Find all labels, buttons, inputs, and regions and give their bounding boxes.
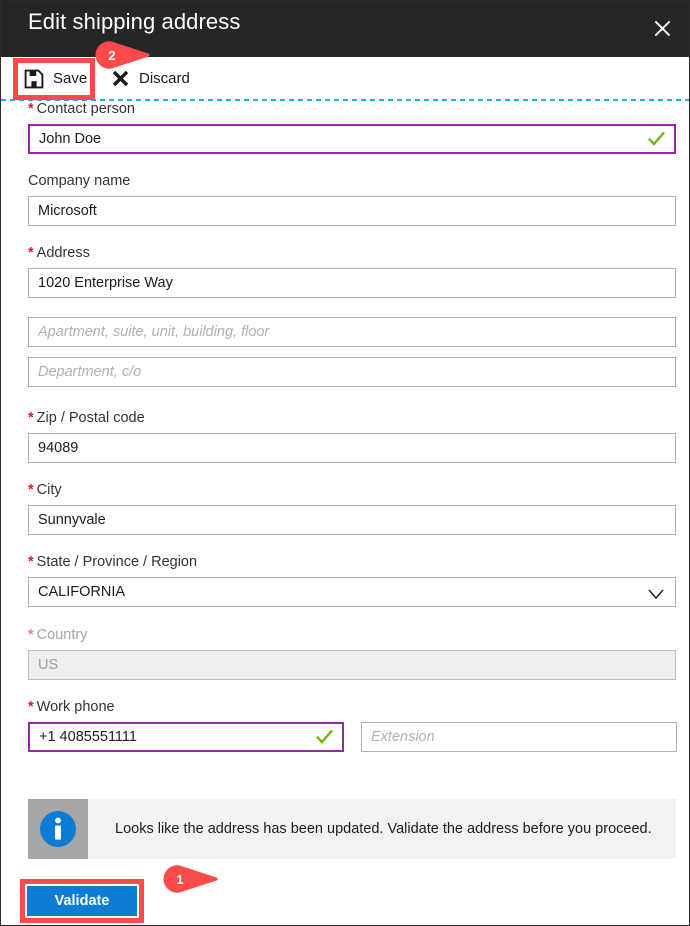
field-company-name: Company name: [28, 173, 676, 226]
company-name-input[interactable]: [28, 196, 676, 226]
required-asterisk: *: [28, 699, 34, 715]
work-phone-extension-input[interactable]: [361, 722, 677, 752]
info-message-text: Looks like the address has been updated.…: [115, 821, 652, 837]
info-circle-icon: [28, 799, 88, 859]
save-button-label: Save: [53, 70, 88, 87]
dialog-title-bar: Edit shipping address: [1, 1, 689, 57]
field-label-country: * Country: [28, 627, 88, 643]
required-asterisk: *: [28, 410, 34, 426]
discard-button-label: Discard: [139, 70, 190, 87]
field-label-work-phone: * Work phone: [28, 699, 115, 715]
contact-person-input[interactable]: [28, 124, 676, 154]
work-phone-input[interactable]: [28, 722, 344, 752]
field-city: * City: [28, 482, 676, 535]
field-label-state-province-region: * State / Province / Region: [28, 554, 198, 570]
required-asterisk: *: [28, 627, 34, 643]
field-zip-postal-code: * Zip / Postal code: [28, 410, 676, 463]
field-address-line3: [28, 357, 676, 387]
field-label-zip-postal-code: * Zip / Postal code: [28, 410, 145, 426]
field-label-company-name: Company name: [28, 173, 131, 189]
field-state-province-region: * State / Province / Region: [28, 554, 676, 607]
field-contact-person: * Contact person: [28, 101, 676, 154]
close-button[interactable]: [641, 7, 683, 49]
field-address: * Address: [28, 245, 676, 298]
annotation-callout-1-number: 1: [176, 871, 184, 887]
field-country: * Country: [28, 627, 676, 680]
info-message-bar: Looks like the address has been updated.…: [28, 799, 676, 859]
discard-button[interactable]: Discard: [109, 57, 190, 100]
required-asterisk: *: [28, 482, 34, 498]
command-bar: Save Discard: [1, 57, 689, 100]
edit-shipping-address-dialog: Edit shipping address Save Discard * Con…: [0, 0, 690, 926]
validate-button[interactable]: Validate: [27, 886, 137, 916]
required-asterisk: *: [28, 554, 34, 570]
address-line3-input[interactable]: [28, 357, 676, 387]
close-x-icon: [109, 68, 131, 90]
save-floppy-icon: [23, 68, 45, 90]
page-title: Edit shipping address: [28, 9, 241, 34]
address-line1-input[interactable]: [28, 268, 676, 298]
field-label-contact-person: * Contact person: [28, 101, 135, 117]
required-asterisk: *: [28, 101, 34, 117]
required-asterisk: *: [28, 245, 34, 261]
address-line2-input[interactable]: [28, 317, 676, 347]
field-label-address: * Address: [28, 245, 90, 261]
zip-postal-code-input[interactable]: [28, 433, 676, 463]
field-label-city: * City: [28, 482, 62, 498]
city-input[interactable]: [28, 505, 676, 535]
close-icon: [653, 19, 672, 38]
save-button[interactable]: Save: [23, 57, 87, 100]
country-input: [28, 650, 676, 680]
state-province-region-select[interactable]: [28, 577, 676, 607]
field-work-phone: * Work phone: [28, 699, 677, 752]
annotation-callout-1: 1: [159, 865, 219, 893]
field-address-line2: [28, 317, 676, 347]
